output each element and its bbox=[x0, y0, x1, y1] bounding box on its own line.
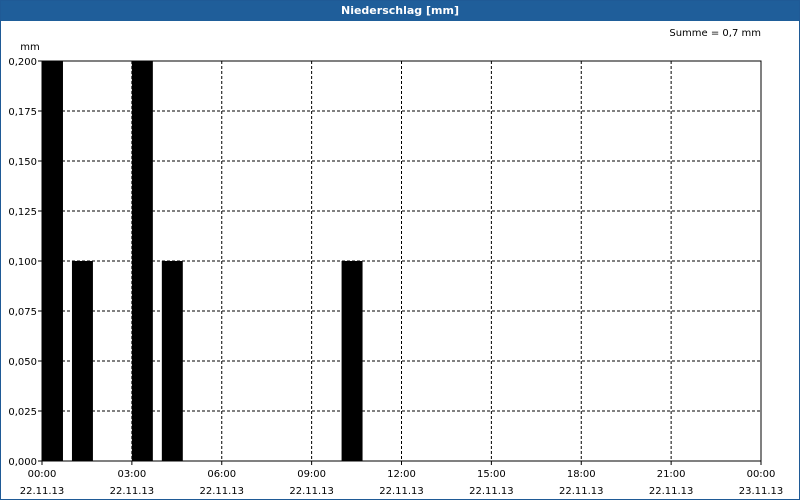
y-tick-label: 0,000 bbox=[8, 457, 37, 468]
x-tick-time-label: 15:00 bbox=[477, 469, 506, 480]
x-tick-date-label: 22.11.13 bbox=[20, 486, 65, 497]
x-tick-time-label: 12:00 bbox=[387, 469, 416, 480]
x-tick-time-label: 00:00 bbox=[747, 469, 776, 480]
x-tick-date-label: 22.11.13 bbox=[469, 486, 514, 497]
x-tick-time-label: 00:00 bbox=[28, 469, 57, 480]
y-ticks: 0,000 0,025 0,050 0,075 0,100 0,125 0,150 0,175… bbox=[8, 57, 42, 468]
precipitation-bar bbox=[42, 61, 63, 461]
x-tick-date-label: 22.11.13 bbox=[199, 486, 244, 497]
precipitation-bar bbox=[131, 61, 153, 461]
y-axis-label: mm bbox=[20, 42, 39, 53]
precipitation-bar bbox=[71, 261, 93, 461]
x-tick-date-label: 23.11.13 bbox=[739, 486, 784, 497]
x-tick-time-label: 06:00 bbox=[207, 469, 236, 480]
x-tick-date-label: 22.11.13 bbox=[379, 486, 424, 497]
y-tick-label: 0,200 bbox=[8, 57, 37, 68]
x-tick-time-label: 18:00 bbox=[567, 469, 596, 480]
window-title: Niederschlag [mm] bbox=[1, 1, 799, 21]
y-tick-label: 0,125 bbox=[8, 207, 37, 218]
y-tick-label: 0,050 bbox=[8, 357, 37, 368]
precipitation-bar bbox=[341, 261, 363, 461]
x-tick-date-label: 22.11.13 bbox=[649, 486, 694, 497]
x-tick-time-label: 09:00 bbox=[297, 469, 326, 480]
x-tick-date-label: 22.11.13 bbox=[559, 486, 604, 497]
y-tick-label: 0,175 bbox=[8, 107, 37, 118]
sum-label: Summe = 0,7 mm bbox=[669, 28, 761, 39]
x-tick-date-label: 22.11.13 bbox=[289, 486, 334, 497]
x-tick-time-label: 03:00 bbox=[117, 469, 146, 480]
y-tick-label: 0,025 bbox=[8, 407, 37, 418]
x-tick-date-label: 22.11.13 bbox=[110, 486, 155, 497]
y-tick-label: 0,100 bbox=[8, 257, 37, 268]
x-tick-time-label: 21:00 bbox=[657, 469, 686, 480]
y-tick-label: 0,075 bbox=[8, 307, 37, 318]
precipitation-chart: mm Summe = 0,7 mm 0,0000,0250,0500,0750,… bbox=[8, 28, 784, 497]
precipitation-bar bbox=[161, 261, 183, 461]
y-tick-label: 0,150 bbox=[8, 157, 37, 168]
x-ticks: 00:00 22.11.13 03:00 22.11.13 06:00 22.11.13 0… bbox=[20, 461, 784, 497]
